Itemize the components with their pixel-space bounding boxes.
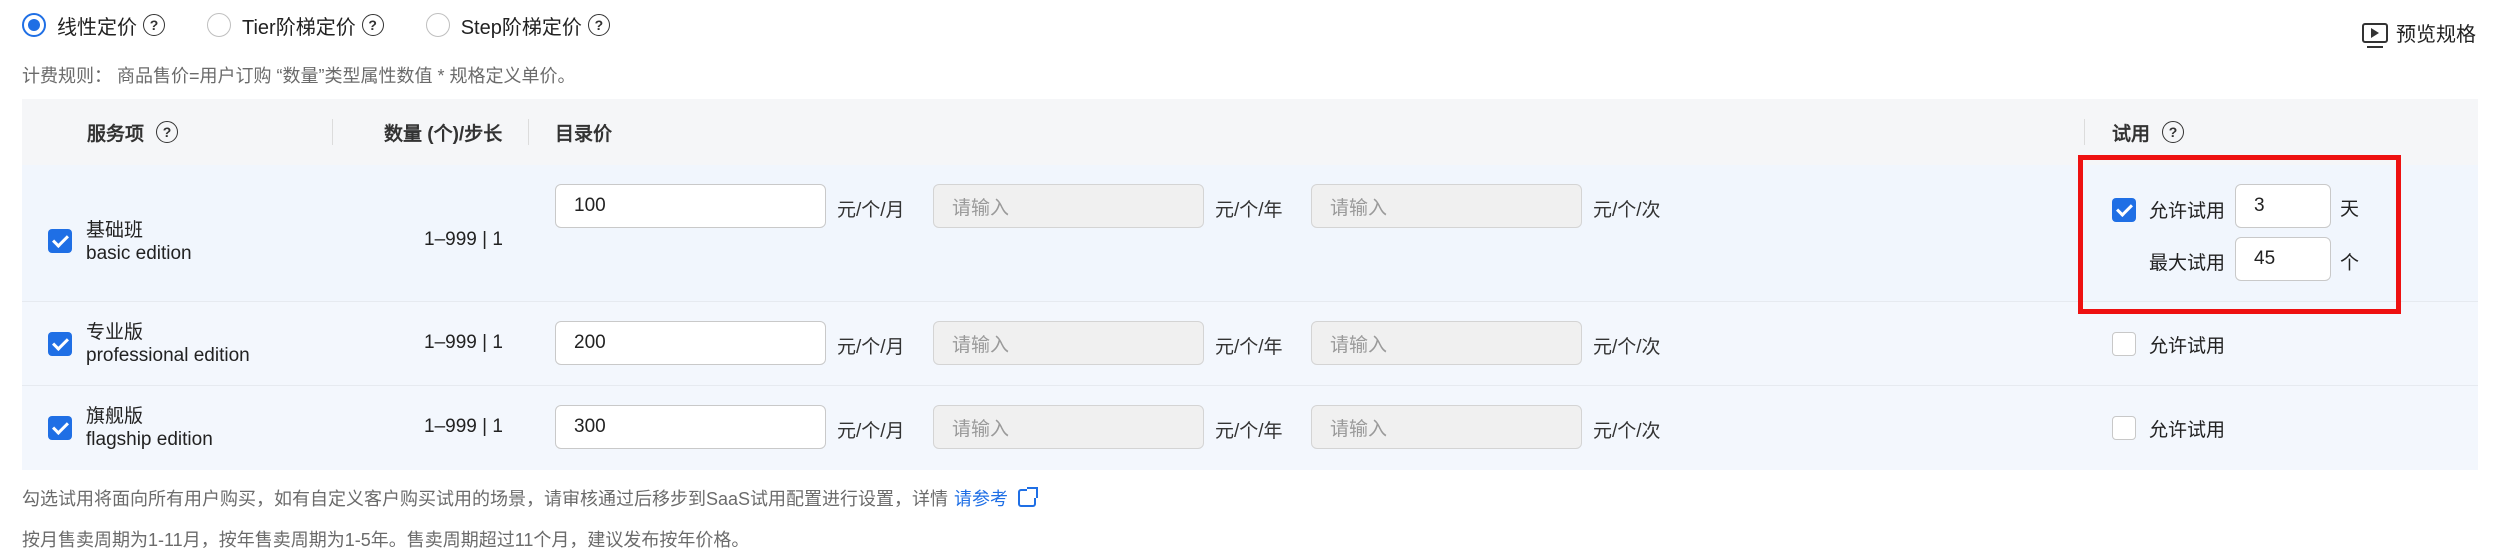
- monthly-unit: 元/个/月: [837, 421, 905, 442]
- preview-icon: [2362, 22, 2388, 48]
- preview-spec-button[interactable]: 预览规格: [2362, 18, 2476, 48]
- help-icon[interactable]: ?: [361, 14, 384, 36]
- allow-trial-checkbox[interactable]: [2112, 416, 2136, 440]
- quantity-value: 1–999 | 1: [424, 332, 503, 353]
- pricing-mode-linear[interactable]: 线性定价 ?: [22, 11, 165, 40]
- per-use-price-input[interactable]: 请输入: [1311, 184, 1582, 228]
- yearly-price-input[interactable]: 请输入: [933, 405, 1204, 449]
- period-note: 按月售卖周期为1-11月，按年售卖周期为1-5年。售卖周期超过11个月，建议发布…: [22, 530, 750, 550]
- yearly-unit: 元/个/年: [1215, 200, 1283, 221]
- per-use-unit: 元/个/次: [1593, 200, 1661, 221]
- header-quantity: 数量 (个)/步长: [384, 123, 503, 145]
- pricing-mode-tier-label: Tier阶梯定价: [242, 16, 356, 39]
- column-divider: [528, 119, 529, 145]
- column-divider: [332, 119, 333, 145]
- trial-note-text: 勾选试用将面向所有用户购买，如有自定义客户购买试用的场景，请审核通过后移步到Sa…: [22, 489, 949, 509]
- monthly-price-input[interactable]: 300: [555, 405, 826, 449]
- radio-linear[interactable]: [22, 13, 46, 37]
- service-name-cn: 旗舰版: [86, 406, 144, 427]
- per-use-unit: 元/个/次: [1593, 421, 1661, 442]
- allow-trial-label: 允许试用: [2149, 420, 2226, 441]
- per-use-price-input[interactable]: 请输入: [1311, 405, 1582, 449]
- header-list-price: 目录价: [555, 123, 613, 145]
- service-edition: professional edition: [86, 345, 250, 366]
- allow-trial-label: 允许试用: [2149, 336, 2226, 357]
- row-checkbox[interactable]: [48, 332, 72, 356]
- monthly-price-input[interactable]: 200: [555, 321, 826, 365]
- yearly-unit: 元/个/年: [1215, 421, 1283, 442]
- external-link-icon[interactable]: [1018, 487, 1039, 507]
- trial-note: 勾选试用将面向所有用户购买，如有自定义客户购买试用的场景，请审核通过后移步到Sa…: [22, 485, 1039, 511]
- row-checkbox[interactable]: [48, 229, 72, 253]
- header-service-label: 服务项: [87, 123, 145, 145]
- table-row: 专业版 professional edition 1–999 | 1 200 元…: [22, 302, 2478, 386]
- pricing-mode-step-label: Step阶梯定价: [460, 16, 582, 39]
- pricing-mode-group: 线性定价 ? Tier阶梯定价 ? Step阶梯定价 ?: [22, 5, 652, 45]
- preview-spec-label: 预览规格: [2396, 24, 2476, 46]
- service-name: 旗舰版 flagship edition: [86, 405, 213, 451]
- quantity-value: 1–999 | 1: [424, 229, 503, 250]
- service-name-cn: 基础班: [86, 220, 144, 241]
- header-service: 服务项 ?: [87, 99, 179, 165]
- reference-link-label[interactable]: 请参考: [954, 485, 1008, 511]
- monthly-unit: 元/个/月: [837, 337, 905, 358]
- per-use-unit: 元/个/次: [1593, 337, 1661, 358]
- pricing-mode-tier[interactable]: Tier阶梯定价 ?: [207, 11, 384, 40]
- table-row: 旗舰版 flagship edition 1–999 | 1 300 元/个/月…: [22, 386, 2478, 470]
- pricing-mode-linear-label: 线性定价: [57, 16, 137, 39]
- service-name: 基础班 basic edition: [86, 219, 192, 265]
- trial-highlight-box: [2078, 155, 2401, 314]
- monthly-price-input[interactable]: 100: [555, 184, 826, 228]
- monthly-unit: 元/个/月: [837, 200, 905, 221]
- yearly-price-input[interactable]: 请输入: [933, 184, 1204, 228]
- yearly-unit: 元/个/年: [1215, 337, 1283, 358]
- billing-rule-text: 计费规则： 商品售价=用户订购 “数量”类型属性数值 * 规格定义单价。: [22, 66, 576, 86]
- column-divider: [2084, 119, 2085, 145]
- radio-tier[interactable]: [207, 13, 231, 37]
- service-name: 专业版 professional edition: [86, 321, 250, 367]
- quantity-value: 1–999 | 1: [424, 416, 503, 437]
- help-icon[interactable]: ?: [143, 14, 165, 36]
- reference-link[interactable]: 请参考: [954, 485, 1039, 511]
- row-checkbox[interactable]: [48, 416, 72, 440]
- header-trial-label: 试用: [2112, 123, 2151, 145]
- service-edition: flagship edition: [86, 429, 213, 450]
- help-icon[interactable]: ?: [587, 14, 610, 36]
- help-icon[interactable]: ?: [156, 121, 179, 143]
- yearly-price-input[interactable]: 请输入: [933, 321, 1204, 365]
- allow-trial-checkbox[interactable]: [2112, 332, 2136, 356]
- pricing-mode-step[interactable]: Step阶梯定价 ?: [425, 11, 610, 40]
- help-icon[interactable]: ?: [2162, 121, 2185, 143]
- service-edition: basic edition: [86, 243, 192, 264]
- radio-step[interactable]: [425, 13, 450, 37]
- per-use-price-input[interactable]: 请输入: [1311, 321, 1582, 365]
- service-name-cn: 专业版: [86, 322, 144, 343]
